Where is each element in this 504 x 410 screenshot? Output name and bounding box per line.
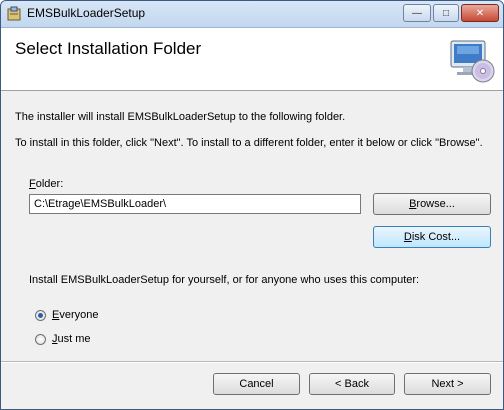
maximize-icon: □ [442,7,450,19]
folder-label: Folder: [29,178,64,190]
cancel-button[interactable]: Cancel [213,373,300,395]
next-button[interactable]: Next > [404,373,491,395]
footer-separator [1,361,503,363]
maximize-button[interactable]: □ [433,4,459,22]
wizard-header: Select Installation Folder [1,28,503,91]
install-for-label: Install EMSBulkLoaderSetup for yourself,… [29,274,420,286]
installer-window: EMSBulkLoaderSetup — □ ✕ Select Installa… [0,0,504,410]
disk-cost-button[interactable]: Disk Cost... [373,226,491,248]
title-bar[interactable]: EMSBulkLoaderSetup — □ ✕ [1,1,503,28]
close-icon: ✕ [475,7,485,19]
cancel-button-label: Cancel [239,378,274,390]
folder-input[interactable]: C:\Etrage\EMSBulkLoader\ [29,194,361,214]
computer-cd-icon [450,40,495,83]
installer-app-icon [7,6,21,21]
radio-everyone-label: Everyone [52,309,99,321]
browse-button[interactable]: Browse... [373,193,491,215]
radio-just-me-indicator[interactable] [35,333,46,345]
close-button[interactable]: ✕ [461,4,499,22]
radio-just-me[interactable]: Just me [35,333,91,345]
radio-everyone-indicator[interactable] [35,309,46,321]
back-button-label: < Back [335,378,369,390]
minimize-button[interactable]: — [403,4,431,22]
browse-button-label: Browse... [409,198,455,210]
back-button[interactable]: < Back [309,373,395,395]
radio-everyone[interactable]: Everyone [35,309,98,321]
window-title: EMSBulkLoaderSetup [27,6,146,20]
disk-cost-button-label: Disk Cost... [403,231,461,243]
page-title: Select Installation Folder [15,39,202,58]
minimize-icon: — [412,7,422,19]
intro-text-1: The installer will install EMSBulkLoader… [15,111,346,123]
radio-just-me-label: Just me [52,333,91,345]
wizard-body: The installer will install EMSBulkLoader… [1,91,503,409]
intro-text-2: To install in this folder, click "Next".… [15,137,483,149]
next-button-label: Next > [431,378,464,390]
